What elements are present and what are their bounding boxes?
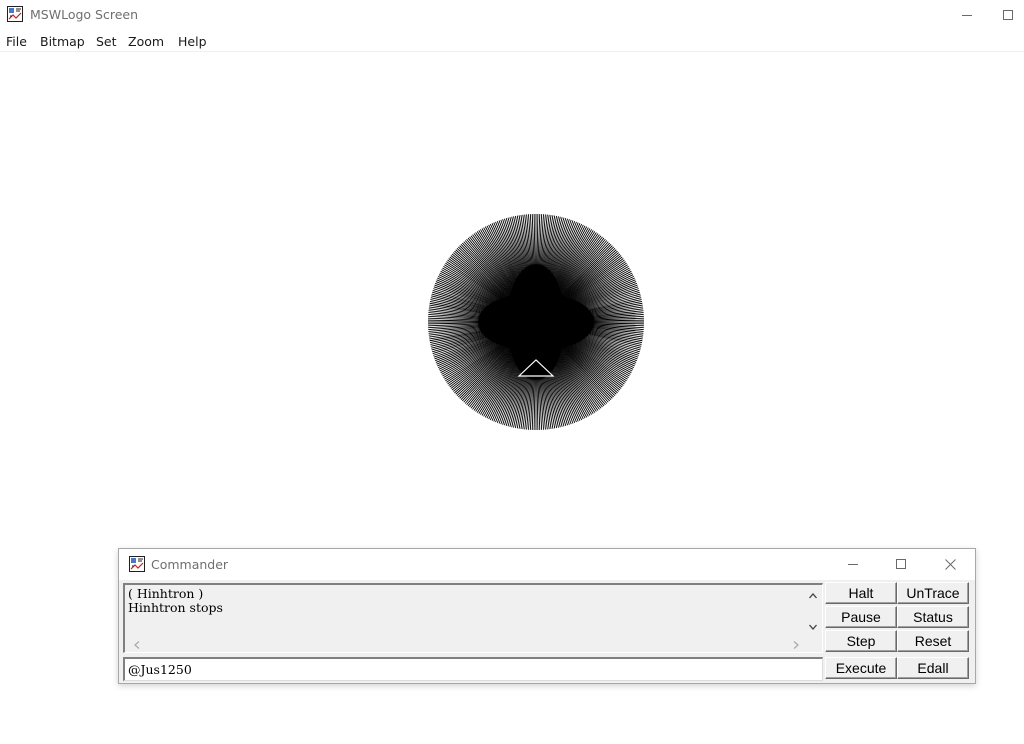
main-window-titlebar: MSWLogo Screen [0, 0, 1024, 30]
mswlogo-app-icon[interactable] [129, 556, 145, 572]
scroll-down-icon[interactable] [806, 619, 820, 633]
menu-file[interactable]: File [6, 34, 27, 49]
menu-help[interactable]: Help [178, 34, 207, 49]
mswlogo-app-icon[interactable] [7, 6, 23, 22]
minimize-button[interactable] [944, 0, 990, 30]
command-input[interactable] [123, 657, 823, 681]
menu-bitmap[interactable]: Bitmap [40, 34, 85, 49]
menu-bar: File Bitmap Set Zoom Help [0, 31, 1024, 52]
commander-minimize-button[interactable] [830, 549, 876, 579]
radial-line-drawing [428, 214, 644, 430]
status-button[interactable]: Status [897, 606, 969, 628]
maximize-button[interactable] [992, 0, 1024, 30]
minimize-icon [848, 559, 858, 569]
pause-button[interactable]: Pause [825, 606, 897, 628]
menu-zoom[interactable]: Zoom [128, 34, 164, 49]
reset-button[interactable]: Reset [897, 630, 969, 652]
edall-button[interactable]: Edall [897, 657, 969, 679]
history-line: Hinhtron stops [128, 600, 223, 615]
commander-window: Commander ( Hinhtron ) Hinhtron stops @J… [118, 548, 976, 684]
commander-close-button[interactable] [927, 549, 973, 579]
maximize-icon [896, 559, 906, 569]
step-button[interactable]: Step [825, 630, 897, 652]
menu-set[interactable]: Set [96, 34, 117, 49]
command-history-box[interactable]: ( Hinhtron ) Hinhtron stops [123, 583, 823, 653]
maximize-icon [1003, 10, 1013, 20]
scroll-up-icon[interactable] [806, 588, 820, 602]
window-title: MSWLogo Screen [30, 7, 139, 22]
scroll-left-icon[interactable] [130, 637, 144, 651]
commander-maximize-button[interactable] [878, 549, 924, 579]
scroll-right-icon[interactable] [789, 637, 803, 651]
halt-button[interactable]: Halt [825, 582, 897, 604]
history-line: ( Hinhtron ) [128, 586, 204, 601]
turtle-triangle-icon [517, 359, 555, 377]
close-icon [944, 558, 956, 570]
commander-titlebar: Commander [119, 549, 975, 580]
minimize-icon [962, 10, 972, 20]
execute-button[interactable]: Execute [825, 657, 897, 679]
untrace-button[interactable]: UnTrace [897, 582, 969, 604]
commander-title: Commander [151, 557, 229, 572]
history-text: ( Hinhtron ) Hinhtron stops [128, 587, 804, 615]
